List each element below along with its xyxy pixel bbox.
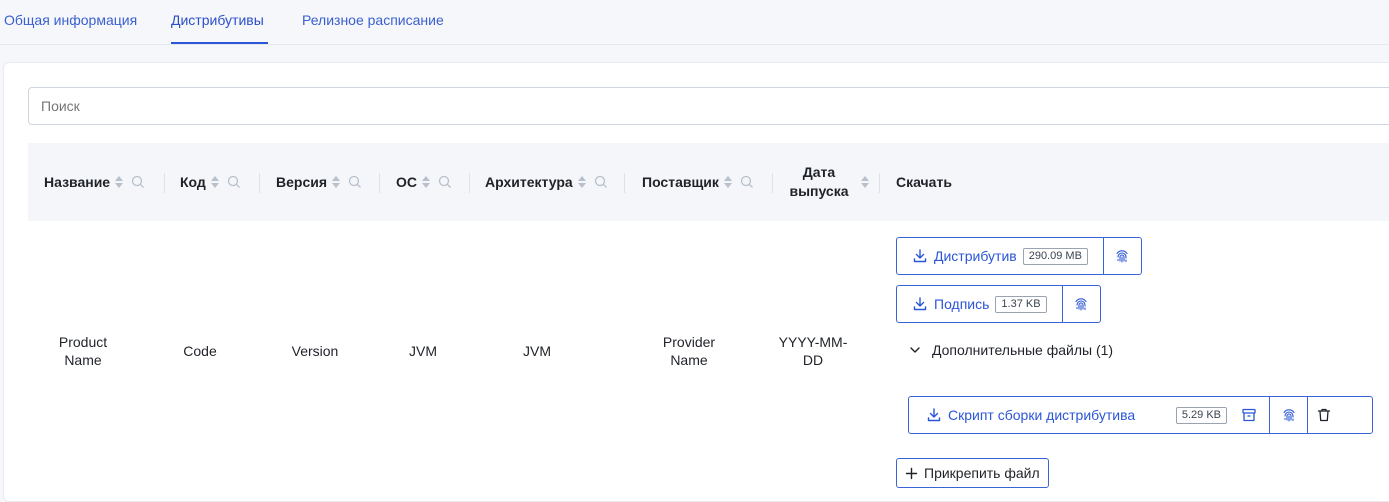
active-tab-indicator [171,42,268,44]
column-separator [379,173,380,193]
search-icon[interactable] [347,174,363,190]
file-size-badge: 290.09 MB [1022,247,1088,265]
trash-icon [1317,408,1330,422]
column-separator [259,173,260,193]
column-separator [624,173,625,193]
search-icon[interactable] [130,174,146,190]
cell-product-name: Product Name [58,334,108,368]
extra-files-toggle[interactable]: Дополнительные файлы (1) [908,342,1113,358]
sort-icon[interactable] [114,174,124,190]
search-input[interactable] [28,87,1389,125]
download-icon [913,249,927,263]
script-download-group: Скрипт сборки дистрибутива 5.29 KB [908,396,1373,434]
sort-icon[interactable] [421,174,431,190]
file-size-badge: 1.37 KB [995,295,1047,313]
column-separator [772,173,773,193]
tab-general-info[interactable]: Общая информация [4,12,137,28]
distributive-download-group: Дистрибутив 290.09 MB [896,237,1142,275]
column-header-download: Скачать [896,174,952,190]
cell-provider-name: Provider Name [662,334,716,368]
download-distributive-button[interactable]: Дистрибутив 290.09 MB [897,238,1103,274]
attach-file-button[interactable]: Прикрепить файл [896,458,1049,488]
cell-architecture: JVM [523,343,551,359]
column-header-architecture[interactable]: Архитектура [485,143,609,221]
tab-bar: Общая информация Дистрибутивы Релизное р… [0,0,1389,45]
tab-release-schedule[interactable]: Релизное расписание [302,12,444,28]
plus-icon [905,467,918,479]
search-icon[interactable] [437,174,453,190]
file-size-badge: 5.29 KB [1175,406,1227,424]
column-header-version[interactable]: Версия [276,143,363,221]
script-checksum-button[interactable] [1269,397,1307,433]
column-separator [879,173,880,193]
table-header: Название Код Версия ОС Архитектура Поста… [28,143,1389,221]
fingerprint-icon [1282,409,1295,422]
column-header-code[interactable]: Код [180,143,242,221]
download-icon [927,408,941,422]
tab-distributives[interactable]: Дистрибутивы [171,12,264,28]
fingerprint-icon [1075,298,1087,311]
cell-code: Code [183,343,217,359]
download-icon [913,297,927,311]
search-icon[interactable] [739,174,755,190]
distributive-checksum-button[interactable] [1102,238,1141,274]
download-signature-button[interactable]: Подпись 1.37 KB [897,286,1062,322]
fingerprint-icon [1116,250,1128,263]
column-separator [164,173,165,193]
signature-checksum-button[interactable] [1061,286,1100,322]
column-header-os[interactable]: ОС [396,143,453,221]
search-icon[interactable] [593,174,609,190]
signature-download-group: Подпись 1.37 KB [896,285,1101,323]
cell-version: Version [291,343,339,359]
chevron-down-icon [910,347,920,353]
sort-icon[interactable] [331,174,341,190]
column-header-name[interactable]: Название [44,143,146,221]
column-header-provider[interactable]: Поставщик [642,143,755,221]
cell-release-date: YYYY-MM- DD [778,334,848,368]
search-icon[interactable] [226,174,242,190]
sort-icon[interactable] [577,174,587,190]
archive-icon[interactable] [1241,407,1257,423]
cell-os: JVM [409,343,437,359]
sort-icon[interactable] [860,174,870,190]
column-separator [469,173,470,193]
sort-icon[interactable] [210,174,220,190]
download-script-button[interactable]: Скрипт сборки дистрибутива 5.29 KB [909,397,1269,433]
column-header-release-date[interactable]: Дата выпуска [788,143,878,221]
content-card [3,62,1389,502]
delete-script-button[interactable] [1307,397,1339,433]
sort-icon[interactable] [723,174,733,190]
